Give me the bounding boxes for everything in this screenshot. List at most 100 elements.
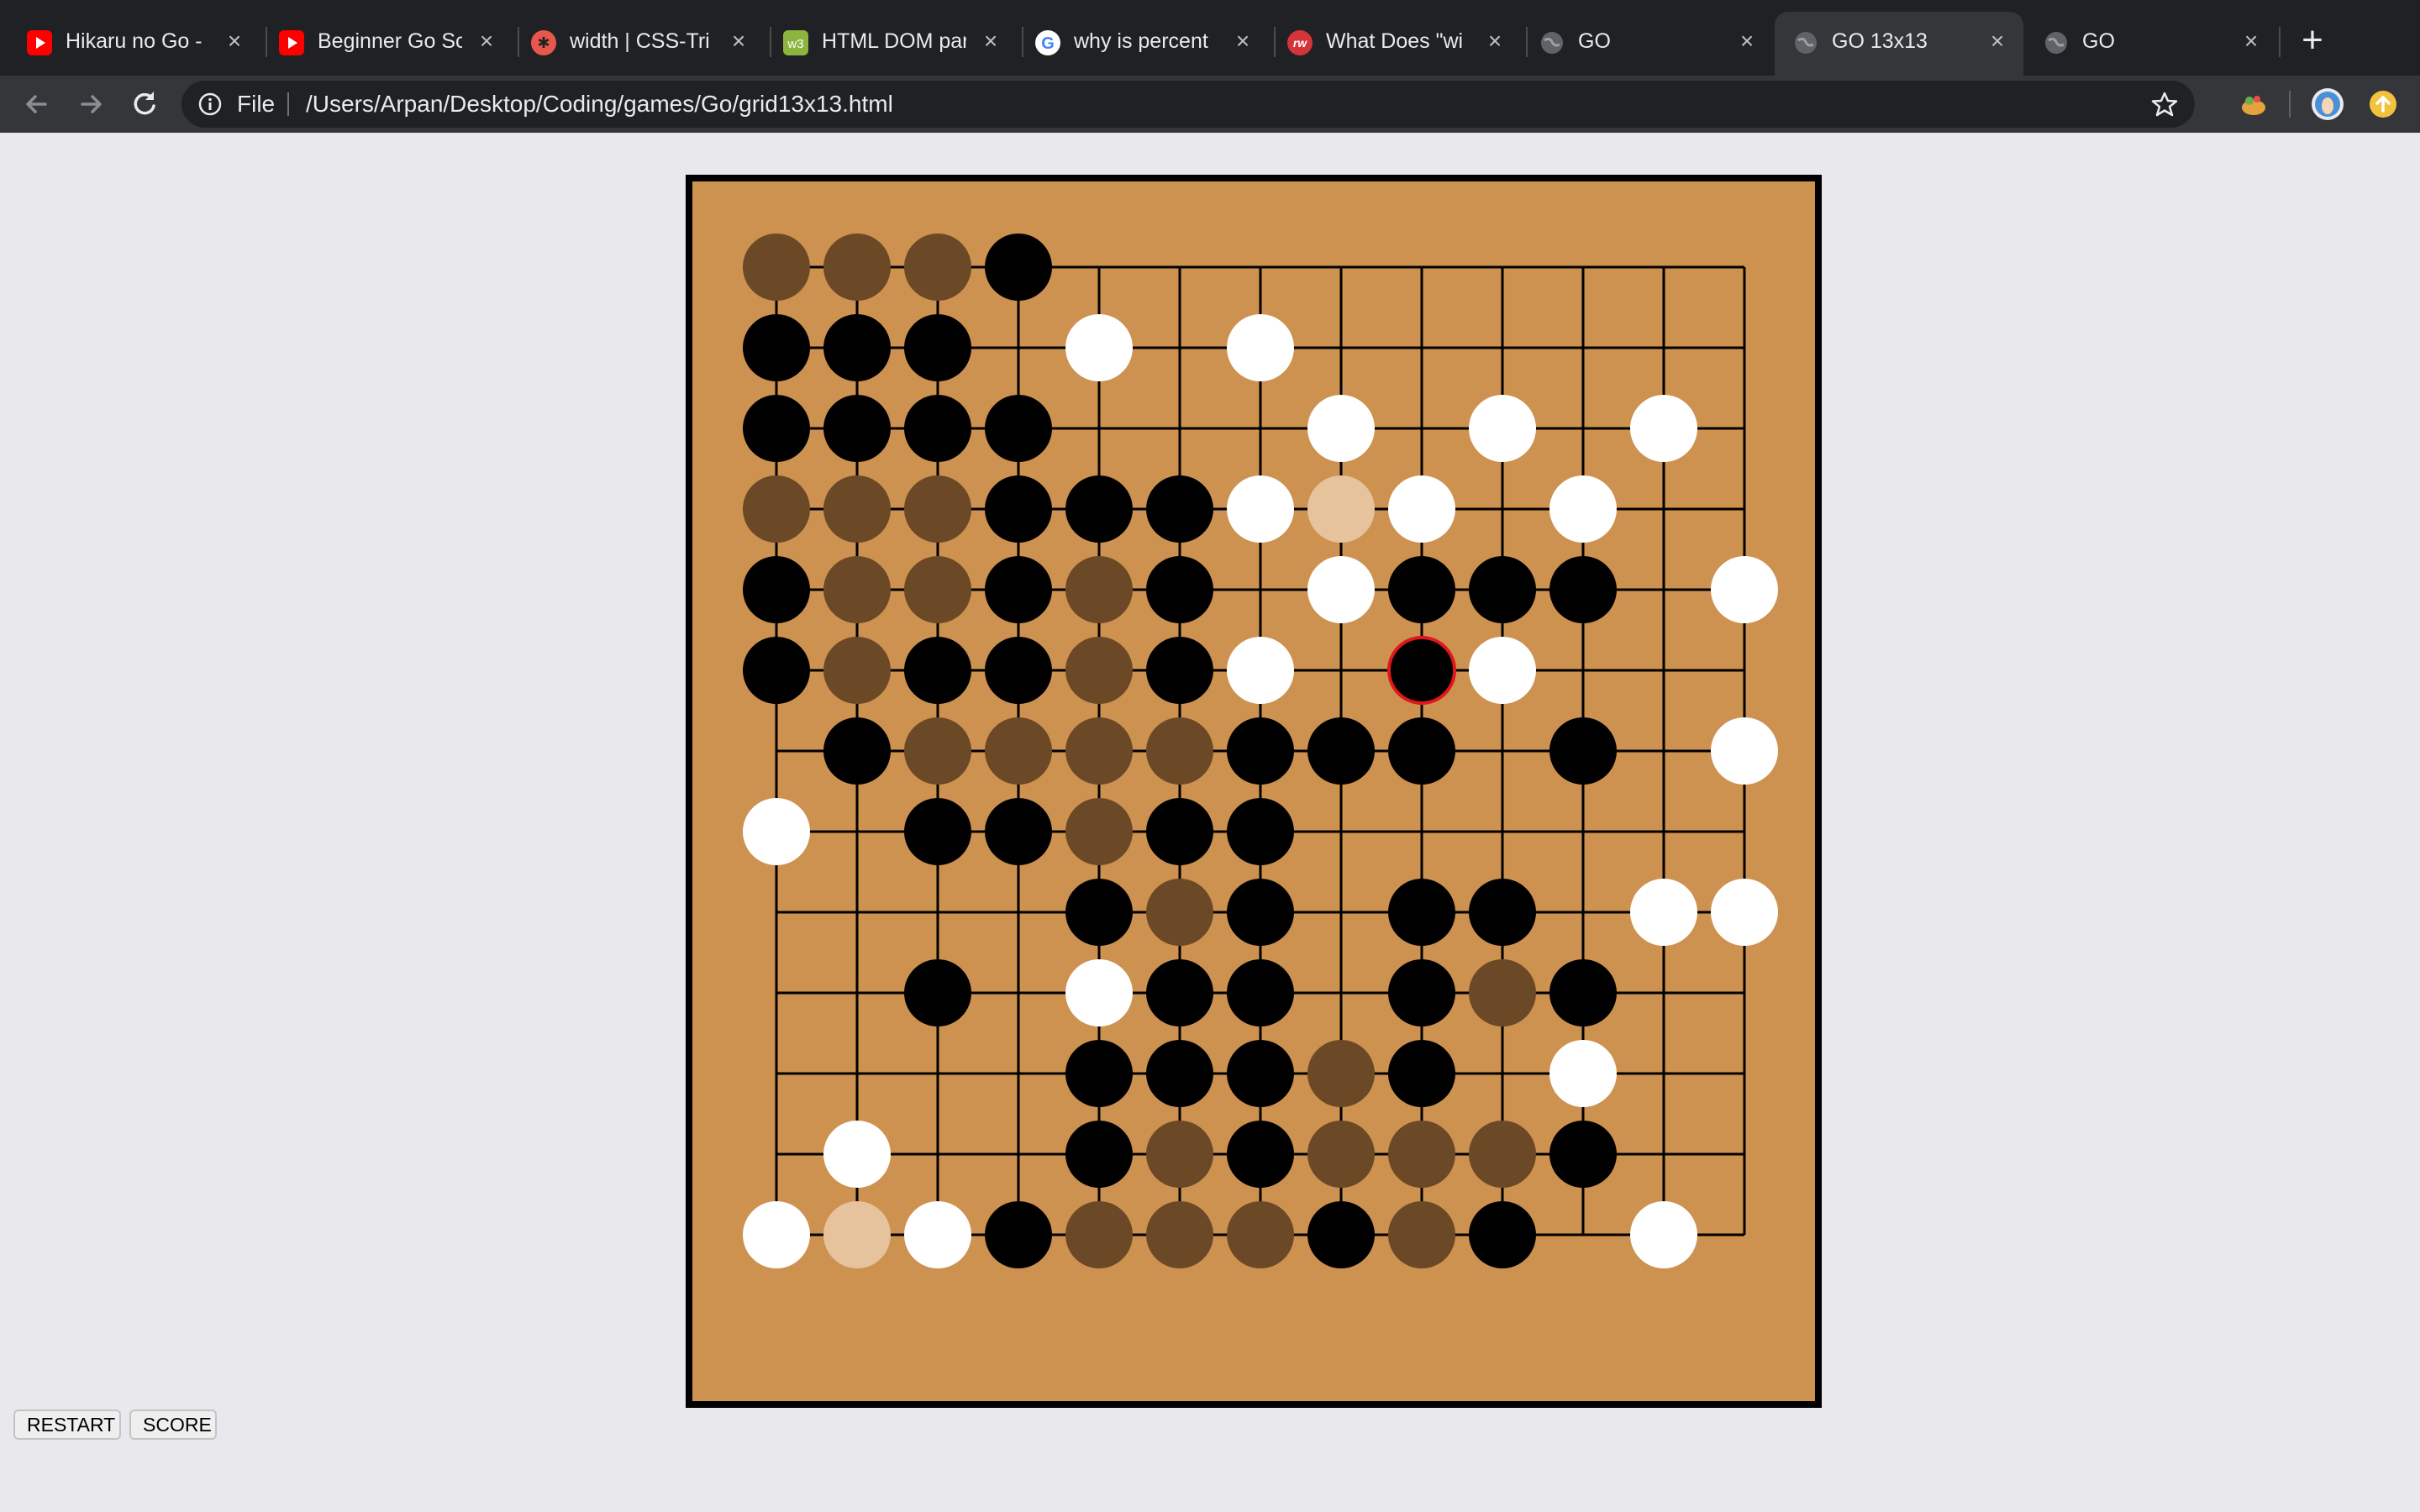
tab-4[interactable]: G why is percent × <box>1017 0 1269 76</box>
black-stone[interactable] <box>1388 879 1455 946</box>
dead-white-stone[interactable] <box>823 1201 891 1268</box>
white-stone[interactable] <box>1227 314 1294 381</box>
score-button[interactable]: SCORE <box>129 1410 217 1440</box>
restart-button[interactable]: RESTART <box>13 1410 121 1440</box>
last-move-black-stone[interactable] <box>1387 636 1456 705</box>
star-icon[interactable] <box>2151 91 2178 118</box>
black-stone[interactable] <box>1146 637 1213 704</box>
new-tab-button[interactable]: + <box>2294 22 2331 59</box>
dead-black-stone[interactable] <box>1065 1201 1133 1268</box>
board-canvas[interactable] <box>686 175 1822 1408</box>
dead-black-stone[interactable] <box>904 556 971 623</box>
close-icon[interactable]: × <box>220 27 249 55</box>
white-stone[interactable] <box>743 798 810 865</box>
dead-black-stone[interactable] <box>1469 959 1536 1026</box>
white-stone[interactable] <box>1227 637 1294 704</box>
dead-black-stone[interactable] <box>1227 1201 1294 1268</box>
black-stone[interactable] <box>985 556 1052 623</box>
dead-black-stone[interactable] <box>1146 879 1213 946</box>
white-stone[interactable] <box>823 1121 891 1188</box>
dead-black-stone[interactable] <box>1146 1121 1213 1188</box>
black-stone[interactable] <box>1146 475 1213 543</box>
black-stone[interactable] <box>904 959 971 1026</box>
tab-5[interactable]: rw What Does "wi × <box>1269 0 1521 76</box>
white-stone[interactable] <box>1388 475 1455 543</box>
white-stone[interactable] <box>1711 717 1778 785</box>
black-stone[interactable] <box>1065 879 1133 946</box>
black-stone[interactable] <box>1227 1121 1294 1188</box>
black-stone[interactable] <box>1549 1121 1617 1188</box>
dead-black-stone[interactable] <box>1065 717 1133 785</box>
dead-black-stone[interactable] <box>743 234 810 301</box>
dead-black-stone[interactable] <box>1307 1121 1375 1188</box>
black-stone[interactable] <box>1307 717 1375 785</box>
dead-black-stone[interactable] <box>823 637 891 704</box>
black-stone[interactable] <box>985 798 1052 865</box>
black-stone[interactable] <box>1146 959 1213 1026</box>
dead-black-stone[interactable] <box>823 475 891 543</box>
dead-black-stone[interactable] <box>904 717 971 785</box>
black-stone[interactable] <box>1146 1040 1213 1107</box>
white-stone[interactable] <box>1307 556 1375 623</box>
black-stone[interactable] <box>1549 556 1617 623</box>
black-stone[interactable] <box>1146 798 1213 865</box>
white-stone[interactable] <box>743 1201 810 1268</box>
black-stone[interactable] <box>743 314 810 381</box>
black-stone[interactable] <box>743 637 810 704</box>
black-stone[interactable] <box>1469 556 1536 623</box>
dead-white-stone[interactable] <box>1307 475 1375 543</box>
dead-black-stone[interactable] <box>985 717 1052 785</box>
forward-button[interactable] <box>72 86 109 123</box>
white-stone[interactable] <box>1549 1040 1617 1107</box>
white-stone[interactable] <box>1711 879 1778 946</box>
go-board[interactable] <box>686 175 1822 1408</box>
tab-3[interactable]: w3 HTML DOM par × <box>765 0 1017 76</box>
white-stone[interactable] <box>1630 879 1697 946</box>
close-icon[interactable]: × <box>1481 27 1509 55</box>
black-stone[interactable] <box>1227 717 1294 785</box>
black-stone[interactable] <box>1388 717 1455 785</box>
black-stone[interactable] <box>1227 959 1294 1026</box>
dead-black-stone[interactable] <box>1146 1201 1213 1268</box>
dead-black-stone[interactable] <box>1307 1040 1375 1107</box>
close-icon[interactable]: × <box>1228 27 1257 55</box>
close-icon[interactable]: × <box>976 27 1005 55</box>
black-stone[interactable] <box>1065 1121 1133 1188</box>
dead-black-stone[interactable] <box>743 475 810 543</box>
white-stone[interactable] <box>1711 556 1778 623</box>
extension-button[interactable] <box>2235 86 2272 123</box>
white-stone[interactable] <box>1630 1201 1697 1268</box>
black-stone[interactable] <box>904 637 971 704</box>
black-stone[interactable] <box>1469 879 1536 946</box>
black-stone[interactable] <box>985 395 1052 462</box>
black-stone[interactable] <box>743 395 810 462</box>
tab-1[interactable]: Beginner Go Sc × <box>260 0 513 76</box>
white-stone[interactable] <box>1065 959 1133 1026</box>
black-stone[interactable] <box>904 798 971 865</box>
tab-8[interactable]: GO × <box>2025 0 2277 76</box>
black-stone[interactable] <box>1227 879 1294 946</box>
black-stone[interactable] <box>1065 475 1133 543</box>
black-stone[interactable] <box>1549 717 1617 785</box>
back-button[interactable] <box>18 86 55 123</box>
black-stone[interactable] <box>1227 1040 1294 1107</box>
close-icon[interactable]: × <box>1983 27 2012 55</box>
black-stone[interactable] <box>823 395 891 462</box>
black-stone[interactable] <box>985 1201 1052 1268</box>
black-stone[interactable] <box>904 395 971 462</box>
white-stone[interactable] <box>1469 637 1536 704</box>
info-icon[interactable] <box>198 92 222 116</box>
close-icon[interactable]: × <box>2237 27 2265 55</box>
dead-black-stone[interactable] <box>1388 1201 1455 1268</box>
dead-black-stone[interactable] <box>823 556 891 623</box>
white-stone[interactable] <box>1307 395 1375 462</box>
black-stone[interactable] <box>1549 959 1617 1026</box>
black-stone[interactable] <box>985 637 1052 704</box>
dead-black-stone[interactable] <box>1469 1121 1536 1188</box>
black-stone[interactable] <box>1469 1201 1536 1268</box>
update-button[interactable] <box>2365 86 2402 123</box>
white-stone[interactable] <box>1549 475 1617 543</box>
tab-0[interactable]: Hikaru no Go - × <box>8 0 260 76</box>
black-stone[interactable] <box>1065 1040 1133 1107</box>
profile-button[interactable] <box>2309 86 2346 123</box>
